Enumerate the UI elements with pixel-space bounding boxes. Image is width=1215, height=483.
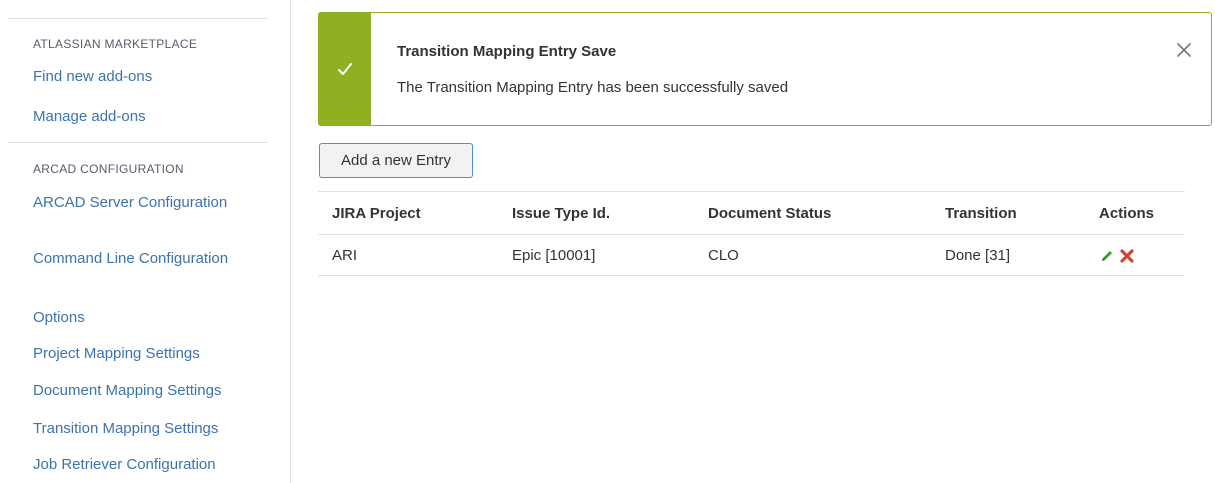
cell-actions <box>1085 235 1185 276</box>
sidebar-item-options[interactable]: Options <box>33 309 263 326</box>
transition-mapping-table: JIRA Project Issue Type Id. Document Sta… <box>318 191 1185 276</box>
sidebar-item-command-line-configuration[interactable]: Command Line Configuration <box>33 250 233 267</box>
sidebar-top-divider <box>8 18 268 19</box>
delete-icon[interactable] <box>1119 248 1135 264</box>
success-message-bar <box>319 13 371 125</box>
cell-jira-project: ARI <box>332 246 358 264</box>
col-header-jira-project: JIRA Project <box>332 204 421 222</box>
success-message: Transition Mapping Entry Save The Transi… <box>318 12 1212 126</box>
col-header-actions: Actions <box>1099 204 1155 222</box>
col-header-issue-type: Issue Type Id. <box>512 204 611 222</box>
sidebar-section-divider <box>8 142 268 143</box>
table-row: ARI Epic [10001] CLO Done [31] <box>318 235 1185 276</box>
table-header-row: JIRA Project Issue Type Id. Document Sta… <box>318 191 1185 235</box>
cell-issue-type: Epic [10001] <box>512 246 596 264</box>
page: ATLASSIAN MARKETPLACE Find new add-ons M… <box>0 0 1215 483</box>
message-title: Transition Mapping Entry Save <box>397 43 617 60</box>
sidebar-item-find-new-add-ons[interactable]: Find new add-ons <box>33 68 263 85</box>
edit-icon[interactable] <box>1099 248 1115 264</box>
sidebar-item-arcad-server-configuration[interactable]: ARCAD Server Configuration <box>33 194 233 211</box>
sidebar-item-transition-mapping-settings[interactable]: Transition Mapping Settings <box>33 420 263 437</box>
arcad-configuration-heading: ARCAD CONFIGURATION <box>33 162 184 176</box>
close-icon[interactable] <box>1175 41 1193 59</box>
cell-document-status: CLO <box>708 246 739 264</box>
add-new-entry-button[interactable]: Add a new Entry <box>319 143 473 178</box>
sidebar-border <box>290 0 291 483</box>
check-icon <box>338 63 352 75</box>
sidebar-item-job-retriever-configuration[interactable]: Job Retriever Configuration <box>33 456 263 473</box>
col-header-document-status: Document Status <box>708 204 832 222</box>
message-body: The Transition Mapping Entry has been su… <box>397 79 789 96</box>
sidebar-item-manage-add-ons[interactable]: Manage add-ons <box>33 108 263 125</box>
cell-transition: Done [31] <box>945 246 1011 264</box>
marketplace-heading: ATLASSIAN MARKETPLACE <box>33 37 198 51</box>
sidebar-item-document-mapping-settings[interactable]: Document Mapping Settings <box>33 382 263 399</box>
sidebar-item-project-mapping-settings[interactable]: Project Mapping Settings <box>33 345 263 362</box>
col-header-transition: Transition <box>945 204 1017 222</box>
